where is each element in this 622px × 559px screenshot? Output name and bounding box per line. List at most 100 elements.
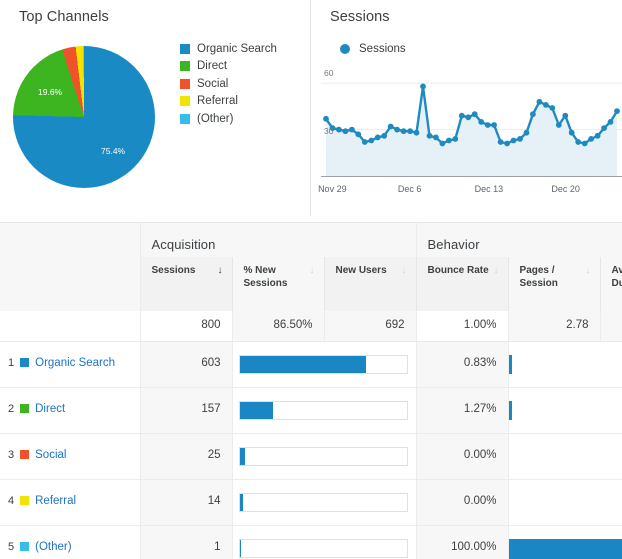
sessions-data-point[interactable] [407, 128, 413, 134]
row-pct-new-sessions-bar-cell [232, 387, 416, 433]
table-row[interactable]: 2Direct1571.27% [0, 387, 622, 433]
sessions-data-point[interactable] [472, 111, 478, 117]
sessions-data-point[interactable] [368, 138, 374, 144]
sessions-legend-label: Sessions [359, 43, 406, 55]
sessions-data-point[interactable] [478, 119, 484, 125]
row-pct-new-sessions-bar-cell [232, 433, 416, 479]
sessions-data-point[interactable] [440, 141, 446, 147]
sessions-data-point[interactable] [569, 130, 575, 136]
sessions-data-point[interactable] [498, 139, 504, 145]
bar-track [509, 355, 622, 374]
sessions-data-point[interactable] [349, 127, 355, 133]
sessions-data-point[interactable] [362, 139, 368, 145]
bar-fill [240, 402, 273, 419]
sessions-data-point[interactable] [465, 114, 471, 120]
sessions-data-point[interactable] [504, 141, 510, 147]
sessions-data-point[interactable] [420, 84, 426, 90]
pie-legend-item[interactable]: Referral [180, 93, 277, 111]
sessions-data-point[interactable] [446, 138, 452, 144]
sessions-data-point[interactable] [375, 135, 381, 141]
totals-pages-per-session: 2.78 [508, 311, 600, 341]
row-channel-link[interactable]: Referral [35, 495, 76, 507]
column-header-pages-per-session[interactable]: Pages / Session ↓ [508, 257, 600, 311]
sessions-data-point[interactable] [517, 136, 523, 142]
column-header-sessions[interactable]: Sessions ↓ [140, 257, 232, 311]
row-color-swatch [20, 450, 29, 459]
pie-legend-item[interactable]: Direct [180, 58, 277, 76]
row-bounce-rate: 100.00% [416, 525, 508, 559]
pie-legend: Organic Search Direct Social Referral (Other… [180, 40, 277, 128]
sessions-data-point[interactable] [562, 113, 568, 119]
sessions-data-point[interactable] [556, 122, 562, 128]
sessions-data-point[interactable] [530, 111, 536, 117]
sessions-data-point[interactable] [388, 124, 394, 130]
sessions-data-point[interactable] [401, 128, 407, 134]
bar-fill [240, 356, 367, 373]
table-row[interactable]: 4Referral140.00% [0, 479, 622, 525]
sessions-legend[interactable]: Sessions [340, 43, 406, 55]
channels-table: Acquisition Behavior Sessions ↓ % New Se… [0, 223, 622, 559]
pie-slices[interactable] [13, 46, 155, 188]
sessions-data-point[interactable] [595, 133, 601, 139]
channels-table-container[interactable]: Acquisition Behavior Sessions ↓ % New Se… [0, 222, 622, 559]
column-header-channel [0, 257, 140, 311]
pie-legend-item[interactable]: Social [180, 75, 277, 93]
bar-track [239, 401, 408, 420]
legend-color-swatch [180, 96, 190, 106]
sort-descending-icon[interactable]: ↓ [218, 265, 223, 276]
x-tick-label: Nov 29 [318, 184, 347, 194]
x-tick-label: Dec 13 [475, 184, 504, 194]
sessions-data-point[interactable] [491, 122, 497, 128]
sessions-data-point[interactable] [343, 128, 349, 134]
sessions-data-point[interactable] [582, 141, 588, 147]
table-row[interactable]: 1Organic Search6030.83% [0, 341, 622, 387]
sessions-data-point[interactable] [549, 105, 555, 111]
sessions-data-point[interactable] [459, 113, 465, 119]
legend-color-swatch [180, 114, 190, 124]
sessions-data-point[interactable] [614, 108, 620, 114]
sessions-data-point[interactable] [394, 127, 400, 133]
pie-legend-item[interactable]: (Other) [180, 110, 277, 128]
pie-legend-label: Direct [197, 60, 227, 72]
table-row[interactable]: 3Social250.00% [0, 433, 622, 479]
sessions-data-point[interactable] [601, 125, 607, 131]
row-channel-link[interactable]: Organic Search [35, 357, 115, 369]
group-header-behavior: Behavior [416, 223, 622, 257]
sessions-data-point[interactable] [575, 139, 581, 145]
sort-icon[interactable]: ↓ [310, 265, 315, 276]
sessions-data-point[interactable] [543, 102, 549, 108]
row-channel-link[interactable]: Social [35, 449, 66, 461]
sessions-data-point[interactable] [433, 135, 439, 141]
sessions-data-point[interactable] [537, 99, 543, 105]
pie-chart[interactable]: 75.4% 19.6% [13, 46, 155, 188]
column-header-new-users[interactable]: New Users ↓ [324, 257, 416, 311]
sessions-data-point[interactable] [336, 127, 342, 133]
sessions-data-point[interactable] [452, 136, 458, 142]
sessions-data-point[interactable] [485, 122, 491, 128]
sessions-data-point[interactable] [524, 130, 530, 136]
column-header-pct-new-sessions[interactable]: % New Sessions ↓ [232, 257, 324, 311]
row-channel-link[interactable]: Direct [35, 403, 65, 415]
table-row[interactable]: 5(Other)1100.00% [0, 525, 622, 559]
sort-icon[interactable]: ↓ [402, 265, 407, 276]
sort-icon[interactable]: ↓ [586, 265, 591, 276]
pie-legend-label: Referral [197, 95, 238, 107]
sessions-data-point[interactable] [588, 136, 594, 142]
row-channel-link[interactable]: (Other) [35, 541, 71, 553]
sessions-data-point[interactable] [355, 131, 361, 137]
bar-fill [240, 540, 242, 557]
row-channel-cell: 1Organic Search [0, 341, 140, 387]
sort-icon[interactable]: ↓ [494, 265, 499, 276]
column-header-bounce-rate[interactable]: Bounce Rate ↓ [416, 257, 508, 311]
pie-legend-item[interactable]: Organic Search [180, 40, 277, 58]
sessions-data-point[interactable] [323, 116, 329, 122]
table-totals-row: 800 86.50% 692 1.00% 2.78 [0, 311, 622, 341]
sessions-title: Sessions [311, 0, 622, 25]
sessions-data-point[interactable] [381, 133, 387, 139]
sessions-data-point[interactable] [511, 138, 517, 144]
sessions-data-point[interactable] [608, 119, 614, 125]
sessions-chart[interactable] [321, 66, 622, 180]
sessions-data-point[interactable] [414, 130, 420, 136]
column-header-avg-duration[interactable]: Av Du [600, 257, 622, 311]
sessions-data-point[interactable] [427, 133, 433, 139]
